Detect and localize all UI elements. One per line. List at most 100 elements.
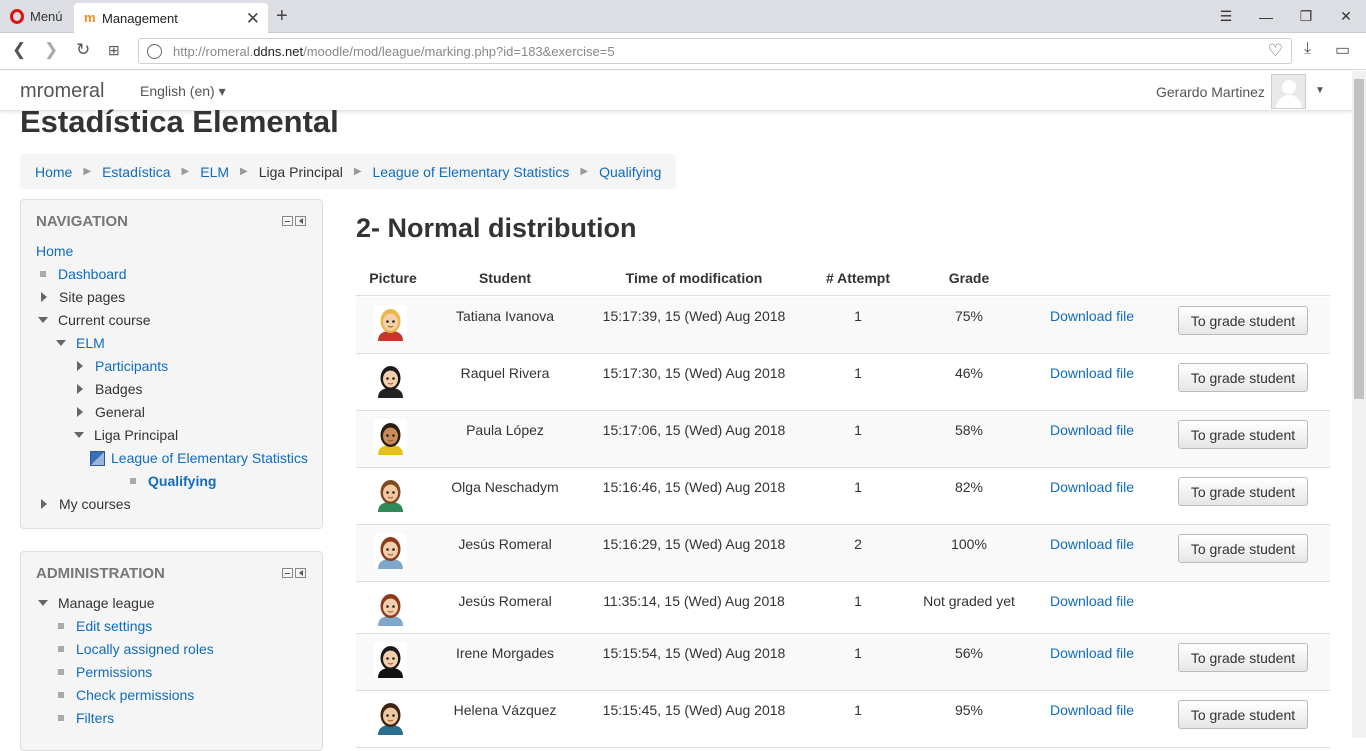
nav-league[interactable]: League of Elementary Statistics [90, 450, 308, 466]
breadcrumb-separator-icon: ▶ [181, 166, 190, 177]
student-name: Helena Vázquez [453, 702, 557, 718]
to-grade-student-button[interactable]: To grade student [1178, 420, 1308, 449]
nav-liga-principal-label: Liga Principal [94, 427, 179, 443]
admin-manage-league[interactable]: Manage league [38, 595, 155, 611]
reload-icon[interactable]: ↻ [76, 40, 90, 60]
bullet-icon [58, 692, 64, 698]
page-scrollbar[interactable] [1352, 71, 1366, 738]
user-name[interactable]: Gerardo Martinez [1156, 84, 1265, 100]
nav-dashboard[interactable]: Dashboard [40, 266, 127, 282]
to-grade-student-button[interactable]: To grade student [1178, 534, 1308, 563]
to-grade-student-button[interactable]: To grade student [1178, 477, 1308, 506]
download-file-link[interactable]: Download file [1039, 593, 1145, 609]
tab-menu-icon[interactable]: ☰ [1206, 0, 1246, 33]
breadcrumb-elm[interactable]: ELM [200, 164, 229, 180]
nav-liga-principal[interactable]: Liga Principal [74, 427, 178, 443]
student-avatar [374, 362, 407, 398]
nav-participants[interactable]: Participants [76, 358, 168, 374]
breadcrumb-separator-icon: ▶ [240, 166, 248, 177]
browser-addressbar: ❮ ❯ ↻ ⊞ http://romeral. ddns.net/moodle/m… [0, 33, 1366, 70]
url-prefix: http://romeral. [173, 43, 254, 59]
breadcrumb-estadistica[interactable]: Estadística [102, 164, 170, 180]
tab-close-icon[interactable]: ✕ [246, 9, 260, 29]
new-tab-plus-icon[interactable]: + [276, 5, 288, 28]
grade-value: 95% [954, 702, 984, 718]
collapse-arrow-icon [56, 340, 66, 346]
column-header-student: Student [478, 270, 532, 286]
download-file-link[interactable]: Download file [1039, 365, 1145, 381]
download-file-link[interactable]: Download file [1039, 645, 1145, 661]
browser-tabbar: Menú m Management ✕ + ☰ — ❐ ✕ [0, 0, 1366, 33]
to-grade-student-button[interactable]: To grade student [1178, 306, 1308, 335]
forward-arrow-icon[interactable]: ❯ [44, 40, 58, 60]
back-arrow-icon[interactable]: ❮ [12, 40, 26, 60]
download-file-link[interactable]: Download file [1039, 536, 1145, 552]
time-modified: 11:35:14, 15 (Wed) Aug 2018 [603, 593, 785, 609]
expand-arrow-icon [77, 407, 83, 417]
student-name: Olga Neschadym [451, 479, 559, 495]
student-name: Jesús Romeral [458, 536, 552, 552]
block-dock-icon[interactable] [295, 216, 306, 226]
download-file-link[interactable]: Download file [1039, 308, 1145, 324]
admin-permissions[interactable]: Permissions [58, 664, 152, 680]
nav-general[interactable]: General [76, 404, 145, 420]
browser-tab-management[interactable]: m Management ✕ [74, 3, 268, 33]
moodle-favicon-icon: m [84, 10, 96, 25]
nav-elm[interactable]: ELM [56, 335, 105, 351]
download-file-link[interactable]: Download file [1039, 702, 1145, 718]
user-avatar[interactable] [1271, 74, 1306, 109]
breadcrumb-home[interactable]: Home [35, 164, 72, 180]
download-file-link[interactable]: Download file [1039, 422, 1145, 438]
grade-value: 75% [954, 308, 984, 324]
language-menu[interactable]: English (en) ▾ [140, 83, 226, 100]
bullet-icon [58, 669, 64, 675]
collapse-arrow-icon [74, 432, 84, 438]
battery-icon[interactable]: ▭ [1335, 40, 1350, 60]
user-menu-caret-icon[interactable]: ▼ [1315, 85, 1325, 96]
site-brand-link[interactable]: mromeral [20, 80, 104, 103]
url-input[interactable]: http://romeral. ddns.net/moodle/mod/leagu… [138, 38, 1292, 64]
bookmark-heart-icon[interactable]: ♡ [1268, 41, 1283, 61]
block-collapse-icon[interactable] [282, 216, 293, 226]
nav-badges-label: Badges [95, 381, 143, 397]
breadcrumb-league[interactable]: League of Elementary Statistics [373, 164, 570, 180]
close-window-icon[interactable]: ✕ [1326, 0, 1366, 33]
to-grade-student-button[interactable]: To grade student [1178, 363, 1308, 392]
admin-edit-settings[interactable]: Edit settings [58, 618, 152, 634]
nav-qualifying[interactable]: Qualifying [130, 473, 216, 489]
nav-current-course[interactable]: Current course [38, 312, 151, 328]
nav-qualifying-label: Qualifying [148, 473, 217, 489]
table-row: Tatiana Ivanova 15:17:39, 15 (Wed) Aug 20… [356, 297, 1330, 354]
admin-local-roles[interactable]: Locally assigned roles [58, 641, 214, 657]
block-collapse-icon[interactable] [282, 568, 293, 578]
grade-value: 100% [951, 536, 987, 552]
opera-menu-button[interactable]: Menú [0, 0, 74, 33]
admin-check-permissions[interactable]: Check permissions [58, 687, 194, 703]
attempt-number: 2 [854, 536, 862, 552]
nav-home[interactable]: Home [36, 243, 73, 259]
block-dock-icon[interactable] [295, 568, 306, 578]
breadcrumb-separator-icon: ▶ [83, 166, 92, 177]
breadcrumb-qualifying[interactable]: Qualifying [599, 164, 661, 180]
speed-dial-grid-icon[interactable]: ⊞ [108, 42, 120, 59]
download-file-link[interactable]: Download file [1039, 479, 1145, 495]
restore-icon[interactable]: ❐ [1286, 0, 1326, 33]
nav-site-pages[interactable]: Site pages [40, 289, 125, 305]
grade-value: Not graded yet [923, 593, 1015, 609]
time-modified: 15:17:06, 15 (Wed) Aug 2018 [602, 422, 786, 438]
minimize-icon[interactable]: — [1246, 0, 1286, 33]
breadcrumb-separator-icon: ▶ [580, 166, 589, 177]
nav-participants-label: Participants [95, 358, 169, 374]
student-name: Tatiana Ivanova [455, 308, 555, 324]
grade-value: 56% [954, 645, 984, 661]
download-icon[interactable]: ⤓ [1304, 40, 1311, 58]
admin-filters[interactable]: Filters [58, 710, 114, 726]
admin-manage-league-label: Manage league [58, 595, 155, 611]
student-avatar [374, 533, 407, 569]
nav-my-courses[interactable]: My courses [40, 496, 131, 512]
to-grade-student-button[interactable]: To grade student [1178, 700, 1308, 729]
nav-badges[interactable]: Badges [76, 381, 142, 397]
league-module-icon [90, 450, 105, 466]
scrollbar-thumb[interactable] [1354, 79, 1364, 399]
to-grade-student-button[interactable]: To grade student [1178, 643, 1308, 672]
